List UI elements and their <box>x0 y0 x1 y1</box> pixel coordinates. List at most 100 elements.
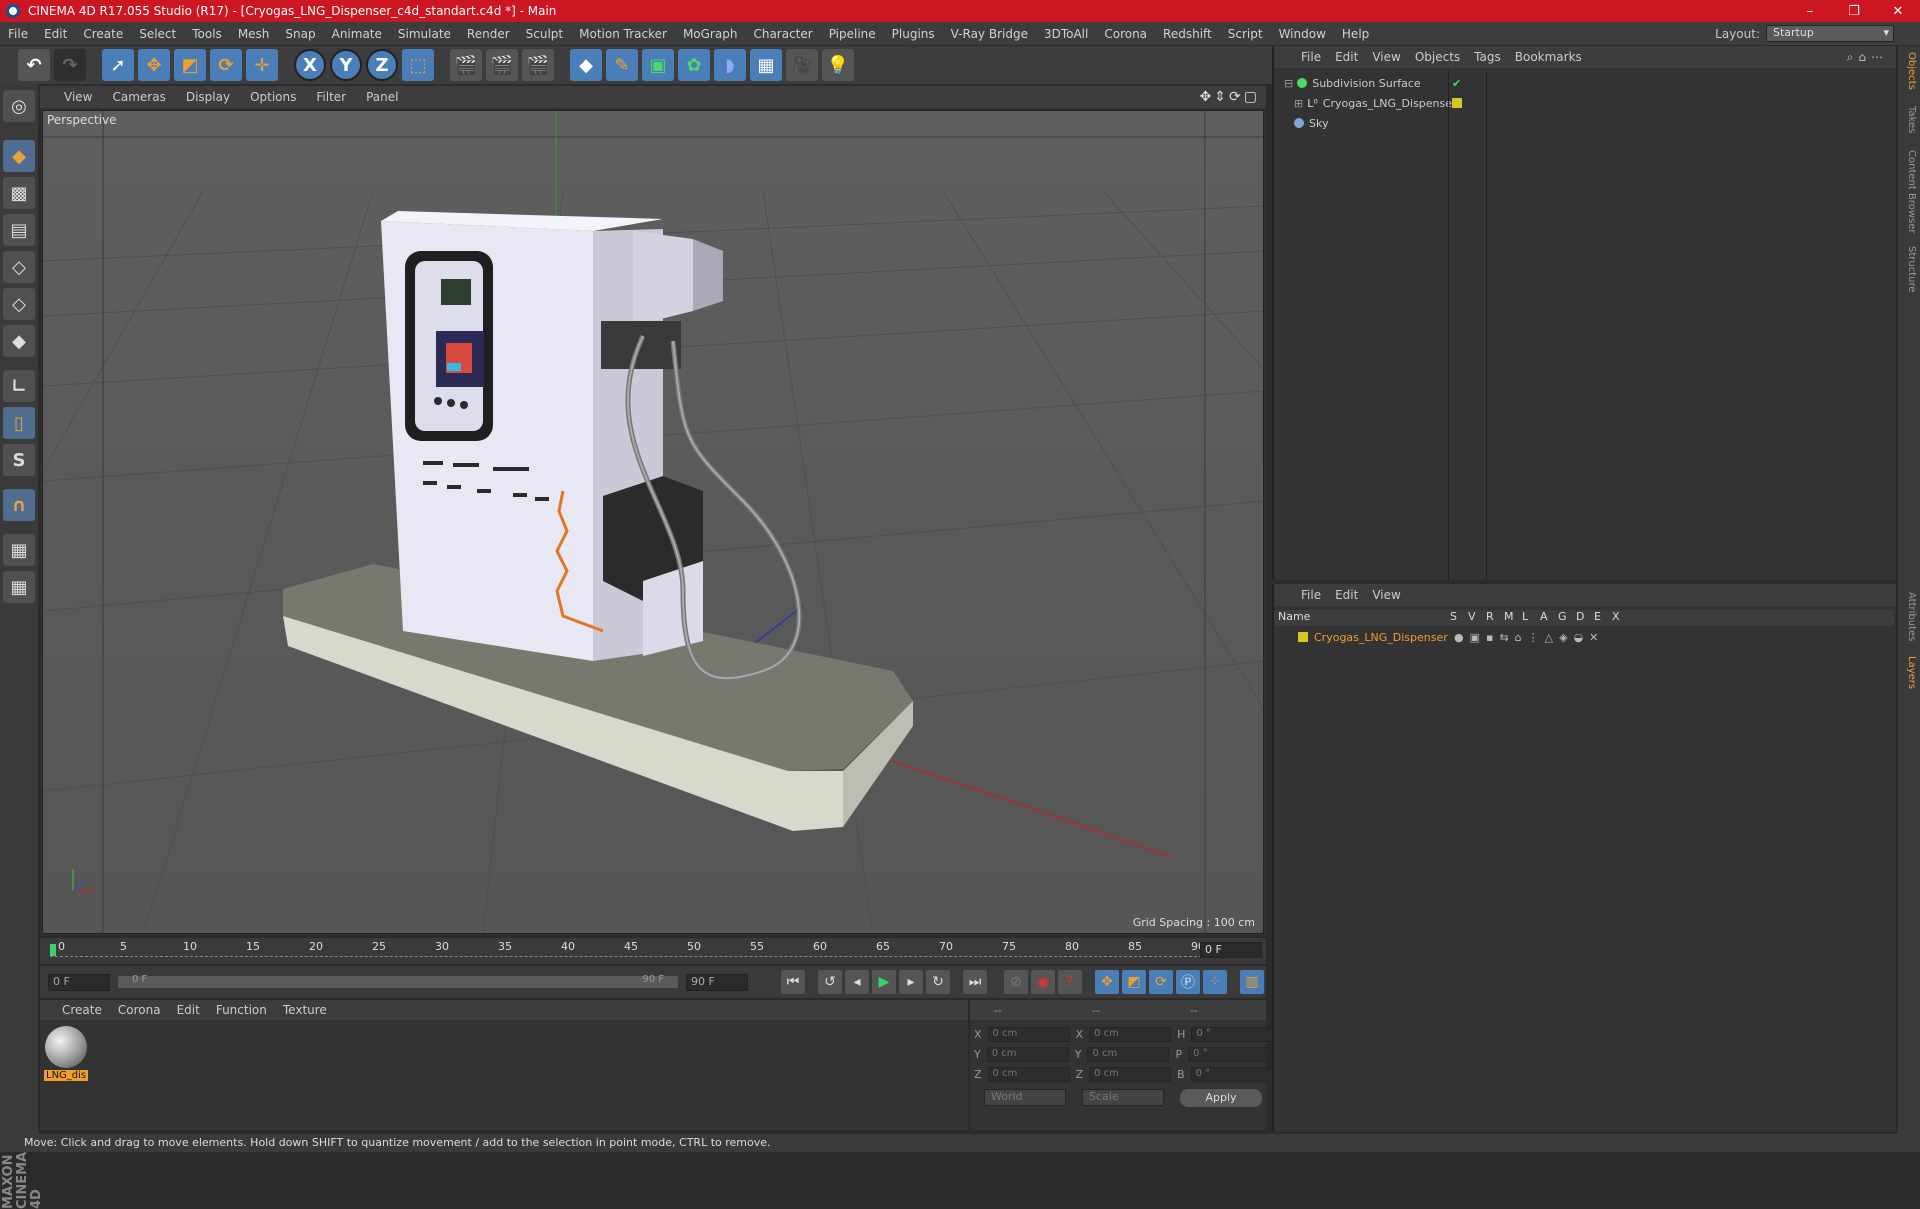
menu-window[interactable]: Window <box>1271 27 1334 41</box>
next-frame-icon[interactable]: ▸ <box>899 970 923 994</box>
deformer-icon[interactable]: ◗ <box>714 49 746 81</box>
start-frame-field[interactable]: 0 F <box>48 973 110 991</box>
menu-animate[interactable]: Animate <box>324 27 390 41</box>
maximize-button[interactable]: ❐ <box>1832 4 1876 19</box>
object-row[interactable]: ⊞ L⁰ Cryogas_LNG_Dispenser <box>1274 94 1894 112</box>
scale-icon[interactable]: ◩ <box>174 49 206 81</box>
motion-path-icon[interactable]: ⊘ <box>1004 970 1028 994</box>
live-selection-icon[interactable]: ➚ <box>102 49 134 81</box>
obj-menu-objects[interactable]: Objects <box>1408 50 1467 64</box>
material-swatch[interactable]: LNG_dis <box>44 1026 88 1081</box>
render-view-icon[interactable]: 🎬 <box>450 49 482 81</box>
perspective-viewport[interactable]: Perspective Grid Spacing : 100 cm <box>42 110 1264 934</box>
minimize-button[interactable]: – <box>1788 4 1832 19</box>
menu-snap[interactable]: Snap <box>277 27 323 41</box>
texture-mode-icon[interactable]: ▩ <box>3 177 35 209</box>
go-to-end-icon[interactable]: ⏭ <box>963 970 987 994</box>
polygons-mode-icon[interactable]: ◆ <box>3 325 35 357</box>
layer-menu-file[interactable]: File <box>1294 588 1328 602</box>
key-parameter-icon[interactable]: Ⓟ <box>1176 970 1200 994</box>
layout-dropdown[interactable]: Startup <box>1766 25 1894 42</box>
layer-color-swatch[interactable] <box>1452 98 1462 108</box>
size-y-field[interactable]: 0 cm <box>1087 1046 1170 1062</box>
playhead-marker[interactable] <box>50 944 56 956</box>
menu-simulate[interactable]: Simulate <box>390 27 459 41</box>
mat-menu-create[interactable]: Create <box>54 1003 110 1017</box>
tab-takes[interactable]: Takes <box>1901 106 1917 133</box>
layer-color-swatch[interactable] <box>1298 632 1308 642</box>
rotate-icon[interactable]: ⟳ <box>210 49 242 81</box>
timeline[interactable]: 0 5 10 15 20 25 30 35 40 45 50 55 60 65 … <box>40 938 1266 964</box>
menu-mesh[interactable]: Mesh <box>230 27 278 41</box>
frame-range-slider[interactable]: 0 F 90 F <box>118 974 678 988</box>
layer-menu-edit[interactable]: Edit <box>1328 588 1365 602</box>
mat-menu-corona[interactable]: Corona <box>110 1003 169 1017</box>
tweak-mode-icon[interactable]: ▯ <box>3 407 35 439</box>
enabled-check-icon[interactable]: ✔ <box>1452 77 1461 90</box>
close-button[interactable]: ✕ <box>1876 4 1920 19</box>
menu-redshift[interactable]: Redshift <box>1155 27 1220 41</box>
menu-create[interactable]: Create <box>75 27 131 41</box>
pos-z-field[interactable]: 0 cm <box>987 1066 1070 1082</box>
timeline-layout-icon[interactable]: ▥ <box>1240 970 1264 994</box>
play-icon[interactable]: ▶ <box>872 970 896 994</box>
render-settings-icon[interactable]: 🎬 <box>522 49 554 81</box>
y-axis-lock-button[interactable]: Y <box>330 49 362 81</box>
previous-key-icon[interactable]: ↺ <box>818 970 842 994</box>
x-axis-lock-button[interactable]: X <box>294 49 326 81</box>
coord-system-dropdown[interactable]: World <box>984 1089 1066 1106</box>
rot-p-field[interactable]: 0 ° <box>1188 1046 1271 1062</box>
pos-y-field[interactable]: 0 cm <box>986 1046 1069 1062</box>
menu-select[interactable]: Select <box>131 27 184 41</box>
tab-layers[interactable]: Layers <box>1901 656 1917 689</box>
model-mode-icon[interactable]: ◆ <box>3 140 35 172</box>
menu-tools[interactable]: Tools <box>184 27 230 41</box>
tab-objects[interactable]: Objects <box>1901 52 1917 90</box>
record-keys-icon[interactable]: ◉ <box>1031 970 1055 994</box>
obj-menu-edit[interactable]: Edit <box>1328 50 1365 64</box>
vp-menu-cameras[interactable]: Cameras <box>102 90 175 104</box>
camera-icon[interactable]: 🎥 <box>786 49 818 81</box>
size-x-field[interactable]: 0 cm <box>1089 1026 1172 1042</box>
render-picture-viewer-icon[interactable]: 🎬 <box>486 49 518 81</box>
layer-row[interactable]: Cryogas_LNG_Dispenser ●▣▪⇆⌂⋮△◈◒✕ <box>1274 628 1894 646</box>
menu-edit[interactable]: Edit <box>36 27 75 41</box>
size-z-field[interactable]: 0 cm <box>1089 1066 1172 1082</box>
vp-menu-view[interactable]: View <box>54 90 102 104</box>
obj-menu-bookmarks[interactable]: Bookmarks <box>1508 50 1589 64</box>
menu-motion-tracker[interactable]: Motion Tracker <box>571 27 675 41</box>
layer-toggle-icons[interactable]: ●▣▪⇆⌂⋮△◈◒✕ <box>1454 631 1604 644</box>
menu-plugins[interactable]: Plugins <box>884 27 943 41</box>
obj-menu-tags[interactable]: Tags <box>1467 50 1508 64</box>
grid-snap-icon[interactable]: ▦ <box>3 571 35 603</box>
viewport-nav-icons[interactable]: ✥⇕⟳▢ <box>1200 89 1260 105</box>
floor-icon[interactable]: ▦ <box>750 49 782 81</box>
tab-content-browser[interactable]: Content Browser <box>1901 150 1917 233</box>
redo-icon[interactable]: ↷ <box>54 49 86 81</box>
workplane-icon[interactable]: ▤ <box>3 214 35 246</box>
menu-sculpt[interactable]: Sculpt <box>518 27 571 41</box>
tab-attributes[interactable]: Attributes <box>1901 592 1917 641</box>
subdivision-surface-icon[interactable]: ▣ <box>642 49 674 81</box>
mat-menu-function[interactable]: Function <box>208 1003 275 1017</box>
transform-icon[interactable]: ✛ <box>246 49 278 81</box>
key-scale-icon[interactable]: ◩ <box>1122 970 1146 994</box>
next-key-icon[interactable]: ↻ <box>926 970 950 994</box>
undo-icon[interactable]: ↶ <box>18 49 50 81</box>
key-position-icon[interactable]: ✥ <box>1095 970 1119 994</box>
auto-key-icon[interactable]: ? <box>1058 970 1082 994</box>
pos-x-field[interactable]: 0 cm <box>987 1026 1070 1042</box>
coordinate-system-icon[interactable]: ⬚ <box>402 49 434 81</box>
menu-help[interactable]: Help <box>1334 27 1377 41</box>
vp-menu-panel[interactable]: Panel <box>356 90 408 104</box>
cloner-icon[interactable]: ✿ <box>678 49 710 81</box>
previous-frame-icon[interactable]: ◂ <box>845 970 869 994</box>
axis-mode-icon[interactable]: ∟ <box>3 370 35 402</box>
menu-character[interactable]: Character <box>745 27 820 41</box>
object-row[interactable]: Sky <box>1274 114 1894 132</box>
timeline-ruler[interactable]: 0 5 10 15 20 25 30 35 40 45 50 55 60 65 … <box>50 940 1205 962</box>
menu-mograph[interactable]: MoGraph <box>675 27 746 41</box>
obj-menu-view[interactable]: View <box>1365 50 1407 64</box>
make-editable-icon[interactable]: ◎ <box>3 90 35 122</box>
size-mode-dropdown[interactable]: Scale <box>1082 1089 1164 1106</box>
